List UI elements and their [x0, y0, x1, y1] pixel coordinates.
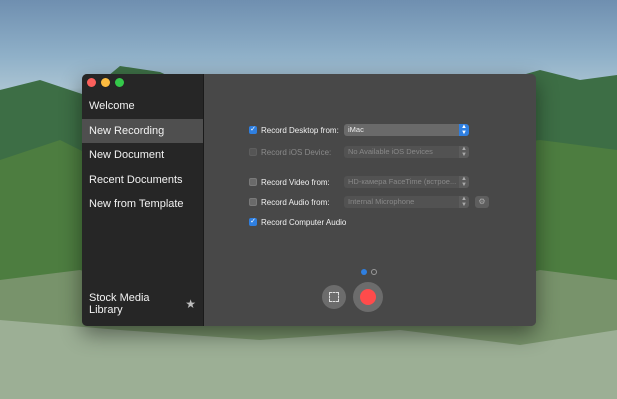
record-audio-checkbox[interactable] [249, 198, 257, 206]
sidebar-item-recent-documents[interactable]: Recent Documents [82, 168, 203, 193]
record-desktop-label: Record Desktop from: [261, 125, 339, 135]
page-indicator [361, 269, 377, 275]
select-area-button[interactable] [322, 285, 346, 309]
star-icon[interactable]: ★ [185, 297, 196, 311]
record-video-label: Record Video from: [261, 177, 330, 187]
sidebar: Welcome New Recording New Document Recen… [82, 74, 204, 326]
crop-selection-icon [329, 292, 339, 302]
record-video-row: Record Video from: [249, 175, 330, 189]
record-ios-label: Record iOS Device: [261, 147, 332, 157]
gear-icon: ⚙ [478, 197, 486, 206]
sidebar-item-new-recording[interactable]: New Recording [82, 118, 203, 143]
record-computer-audio-row: ✓ Record Computer Audio [249, 215, 346, 229]
record-ios-checkbox [249, 148, 257, 156]
updown-chevron-icon: ▲ ▼ [459, 196, 469, 208]
record-video-select[interactable]: HD-камера FaceTime (встрое... ▲ ▼ [344, 176, 469, 188]
record-audio-label: Record Audio from: [261, 197, 330, 207]
updown-chevron-icon: ▲ ▼ [459, 176, 469, 188]
record-video-value: HD-камера FaceTime (встрое... [348, 177, 457, 186]
zoom-button[interactable] [115, 78, 124, 87]
record-icon [360, 289, 376, 305]
stock-media-label: Stock Media Library [89, 292, 150, 316]
updown-chevron-icon: ▲ ▼ [459, 124, 469, 136]
recording-panel: ✓ Record Desktop from: iMac ▲ ▼ Record iO… [204, 74, 536, 326]
window-controls [87, 78, 124, 87]
record-button[interactable] [353, 282, 383, 312]
sidebar-item-new-from-template[interactable]: New from Template [82, 192, 203, 217]
record-desktop-value: iMac [348, 125, 364, 134]
record-video-checkbox[interactable] [249, 178, 257, 186]
sidebar-item-welcome[interactable]: Welcome [82, 94, 203, 119]
record-desktop-select[interactable]: iMac ▲ ▼ [344, 124, 469, 136]
page-dot-1[interactable] [361, 269, 367, 275]
record-audio-select[interactable]: Internal Microphone ▲ ▼ [344, 196, 469, 208]
record-audio-value: Internal Microphone [348, 197, 415, 206]
sidebar-item-new-document[interactable]: New Document [82, 143, 203, 168]
app-window: Welcome New Recording New Document Recen… [82, 74, 536, 326]
record-computer-audio-checkbox[interactable]: ✓ [249, 218, 257, 226]
record-desktop-checkbox[interactable]: ✓ [249, 126, 257, 134]
record-ios-value: No Available iOS Devices [348, 147, 433, 156]
record-computer-audio-label: Record Computer Audio [261, 217, 347, 227]
record-desktop-row: ✓ Record Desktop from: [249, 123, 339, 137]
audio-settings-button[interactable]: ⚙ [475, 196, 489, 208]
sidebar-nav: Welcome New Recording New Document Recen… [82, 94, 203, 217]
close-button[interactable] [87, 78, 96, 87]
sidebar-item-stock-media-library[interactable]: Stock Media Library ★ [89, 292, 196, 316]
record-ios-select: No Available iOS Devices ▲ ▼ [344, 146, 469, 158]
page-dot-2[interactable] [371, 269, 377, 275]
record-ios-row: Record iOS Device: [249, 145, 331, 159]
updown-chevron-icon: ▲ ▼ [459, 146, 469, 158]
minimize-button[interactable] [101, 78, 110, 87]
record-audio-row: Record Audio from: [249, 195, 329, 209]
